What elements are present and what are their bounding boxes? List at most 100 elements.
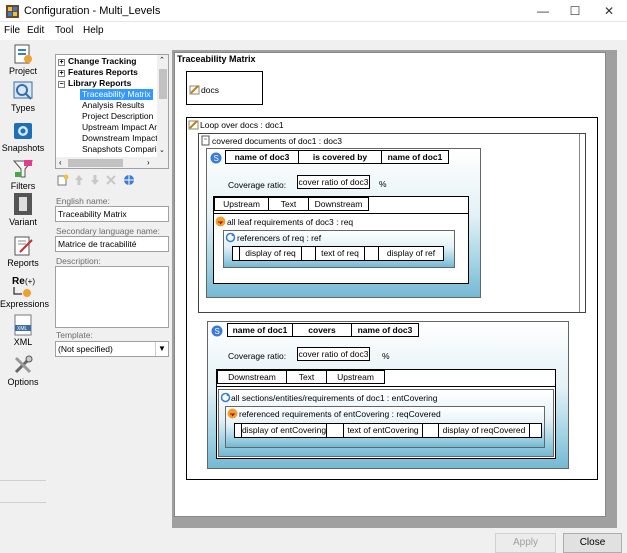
scroll-thumb[interactable]	[159, 69, 167, 99]
secondary-name-field[interactable]: Matrice de tracabilité	[55, 236, 169, 252]
covers-block[interactable]: S name of doc1 covers name of doc3 Cover…	[207, 321, 569, 469]
english-name-field[interactable]: Traceability Matrix	[55, 206, 169, 222]
header-cell[interactable]: name of doc1	[227, 323, 293, 337]
menu-tool[interactable]: Tool	[55, 25, 73, 36]
new-item-icon[interactable]	[57, 174, 69, 186]
header-cell[interactable]: is covered by	[299, 150, 381, 164]
menu-bar: File Edit Tool Help	[0, 22, 627, 40]
chevron-down-icon[interactable]: ▼	[155, 342, 168, 356]
data-row[interactable]: display of entCovering text of entCoveri…	[234, 423, 542, 438]
tree-item-label: Features Reports	[68, 67, 138, 77]
toolbar-snapshots-label: Snapshots	[1, 143, 45, 153]
toolbar-options[interactable]: Options	[0, 354, 46, 387]
text-entcovering-cell[interactable]: text of entCovering	[343, 424, 423, 437]
svg-text:XML: XML	[17, 326, 28, 332]
text-req-cell[interactable]: text of req	[315, 247, 365, 260]
delete-icon[interactable]	[105, 174, 117, 186]
traceability-table-block[interactable]: Upstream Text Downstream all leaf requir…	[213, 196, 469, 284]
types-icon	[13, 81, 33, 100]
coverage-ratio-value[interactable]: cover ratio of doc3	[297, 347, 370, 361]
toolbar-expressions[interactable]: Re (+) Expressions	[0, 274, 49, 309]
expand-icon[interactable]: +	[58, 70, 65, 77]
maximize-button[interactable]: ☐	[560, 2, 590, 20]
header-cell[interactable]: name of doc3	[225, 150, 299, 164]
display-reqcovered-cell[interactable]: display of reqCovered	[438, 424, 530, 437]
tree-horizontal-scrollbar[interactable]: ‹ ›	[56, 157, 168, 168]
description-field[interactable]	[55, 266, 169, 328]
loop-over-docs-block[interactable]: Loop over docs : doc1 covered documents …	[186, 117, 598, 480]
tab-text[interactable]: Text	[287, 370, 327, 384]
report-tree[interactable]: + Change Tracking + Features Reports − Libr…	[55, 54, 169, 169]
tree-item-upstream-impact[interactable]: Upstream Impact An	[82, 122, 159, 133]
apply-button[interactable]: Apply	[495, 533, 556, 553]
expand-icon[interactable]: +	[58, 59, 65, 66]
header-cell[interactable]: covers	[293, 323, 351, 337]
coverage-ratio-label: Coverage ratio:	[228, 351, 287, 361]
toolbar-xml-label: XML	[13, 337, 33, 347]
xml-icon: XML	[14, 314, 32, 336]
tab-upstream[interactable]: Upstream	[327, 370, 385, 384]
tab-downstream[interactable]: Downstream	[217, 370, 287, 384]
move-up-icon[interactable]	[73, 174, 85, 186]
expressions-icon: Re (+)	[12, 276, 35, 297]
tree-item-analysis-results[interactable]: Analysis Results	[82, 100, 144, 111]
close-button[interactable]: Close	[563, 533, 622, 553]
tree-item-snapshots-comparison[interactable]: Snapshots Comparis	[82, 144, 161, 155]
template-select-value: (Not specified)	[58, 344, 113, 354]
docs-block[interactable]: docs	[186, 71, 263, 105]
header-cell[interactable]: name of doc1	[381, 150, 449, 164]
menu-file[interactable]: File	[4, 25, 20, 36]
tree-vertical-scrollbar[interactable]: ⌃ ⌄	[157, 55, 168, 158]
is-covered-by-block[interactable]: S name of doc3 is covered by name of doc…	[206, 148, 481, 298]
tree-item-traceability-matrix[interactable]: Traceability Matrix	[80, 89, 153, 100]
report-canvas[interactable]: Traceability Matrix docs Loop over docs …	[174, 52, 606, 517]
tree-item-change-tracking[interactable]: + Change Tracking	[58, 56, 137, 67]
svg-text:S: S	[215, 327, 220, 336]
tree-item-library-reports[interactable]: − Library Reports	[58, 78, 131, 89]
close-window-button[interactable]: ✕	[594, 2, 624, 20]
referenced-requirements-block[interactable]: referenced requirements of entCovering :…	[225, 406, 545, 448]
scroll-left-icon[interactable]: ‹	[59, 158, 62, 167]
data-row[interactable]: display of req text of req display of re…	[232, 246, 444, 261]
referencers-block[interactable]: referencers of req : ref display of req …	[223, 230, 455, 268]
toolbar-variant[interactable]: Variant	[0, 192, 46, 227]
globe-icon[interactable]	[123, 174, 135, 186]
tree-item-features-reports[interactable]: + Features Reports	[58, 67, 138, 78]
template-select[interactable]: (Not specified) ▼	[55, 341, 169, 357]
toolbar-options-label: Options	[7, 377, 39, 387]
tree-item-downstream-impact[interactable]: Downstream Impact	[82, 133, 158, 144]
tab-upstream[interactable]: Upstream	[214, 197, 269, 211]
entities-block[interactable]: all sections/entities/requirements of do…	[218, 389, 554, 457]
toolbar-xml[interactable]: XML XML	[0, 314, 46, 347]
tree-item-project-description[interactable]: Project Description	[82, 111, 153, 122]
app-icon	[6, 5, 19, 18]
toolbar-reports[interactable]: Reports	[0, 235, 46, 268]
toolbar-divider	[0, 480, 46, 481]
header-cell[interactable]: name of doc3	[351, 323, 419, 337]
move-down-icon[interactable]	[89, 174, 101, 186]
display-ref-cell[interactable]: display of ref	[378, 247, 443, 260]
minimize-button[interactable]: —	[528, 2, 558, 20]
tab-text[interactable]: Text	[269, 197, 309, 211]
secondary-name-label: Secondary language name:	[56, 226, 160, 236]
loop-icon	[227, 408, 238, 419]
toolbar-types[interactable]: Types	[0, 80, 46, 113]
canvas-title: Traceability Matrix	[177, 54, 256, 64]
collapse-icon[interactable]: −	[58, 81, 65, 88]
scroll-up-icon[interactable]: ⌃	[159, 56, 165, 64]
english-name-label: English name:	[56, 196, 110, 206]
menu-edit[interactable]: Edit	[27, 25, 44, 36]
tab-downstream[interactable]: Downstream	[309, 197, 369, 211]
toolbar-snapshots[interactable]: Snapshots	[0, 120, 46, 153]
traceability-table-block[interactable]: Downstream Text Upstream all sections/en…	[216, 369, 556, 459]
toolbar-filters[interactable]: Filters	[0, 158, 46, 191]
display-req-cell[interactable]: display of req	[239, 247, 302, 260]
scroll-right-icon[interactable]: ›	[147, 158, 150, 167]
scroll-down-icon[interactable]: ⌄	[159, 146, 165, 154]
scroll-thumb[interactable]	[68, 159, 123, 167]
document-icon	[201, 135, 210, 146]
coverage-ratio-value[interactable]: cover ratio of doc3	[297, 175, 370, 189]
display-entcovering-cell[interactable]: display of entCovering	[241, 424, 327, 437]
menu-help[interactable]: Help	[83, 25, 104, 36]
toolbar-project[interactable]: Project	[0, 43, 46, 76]
